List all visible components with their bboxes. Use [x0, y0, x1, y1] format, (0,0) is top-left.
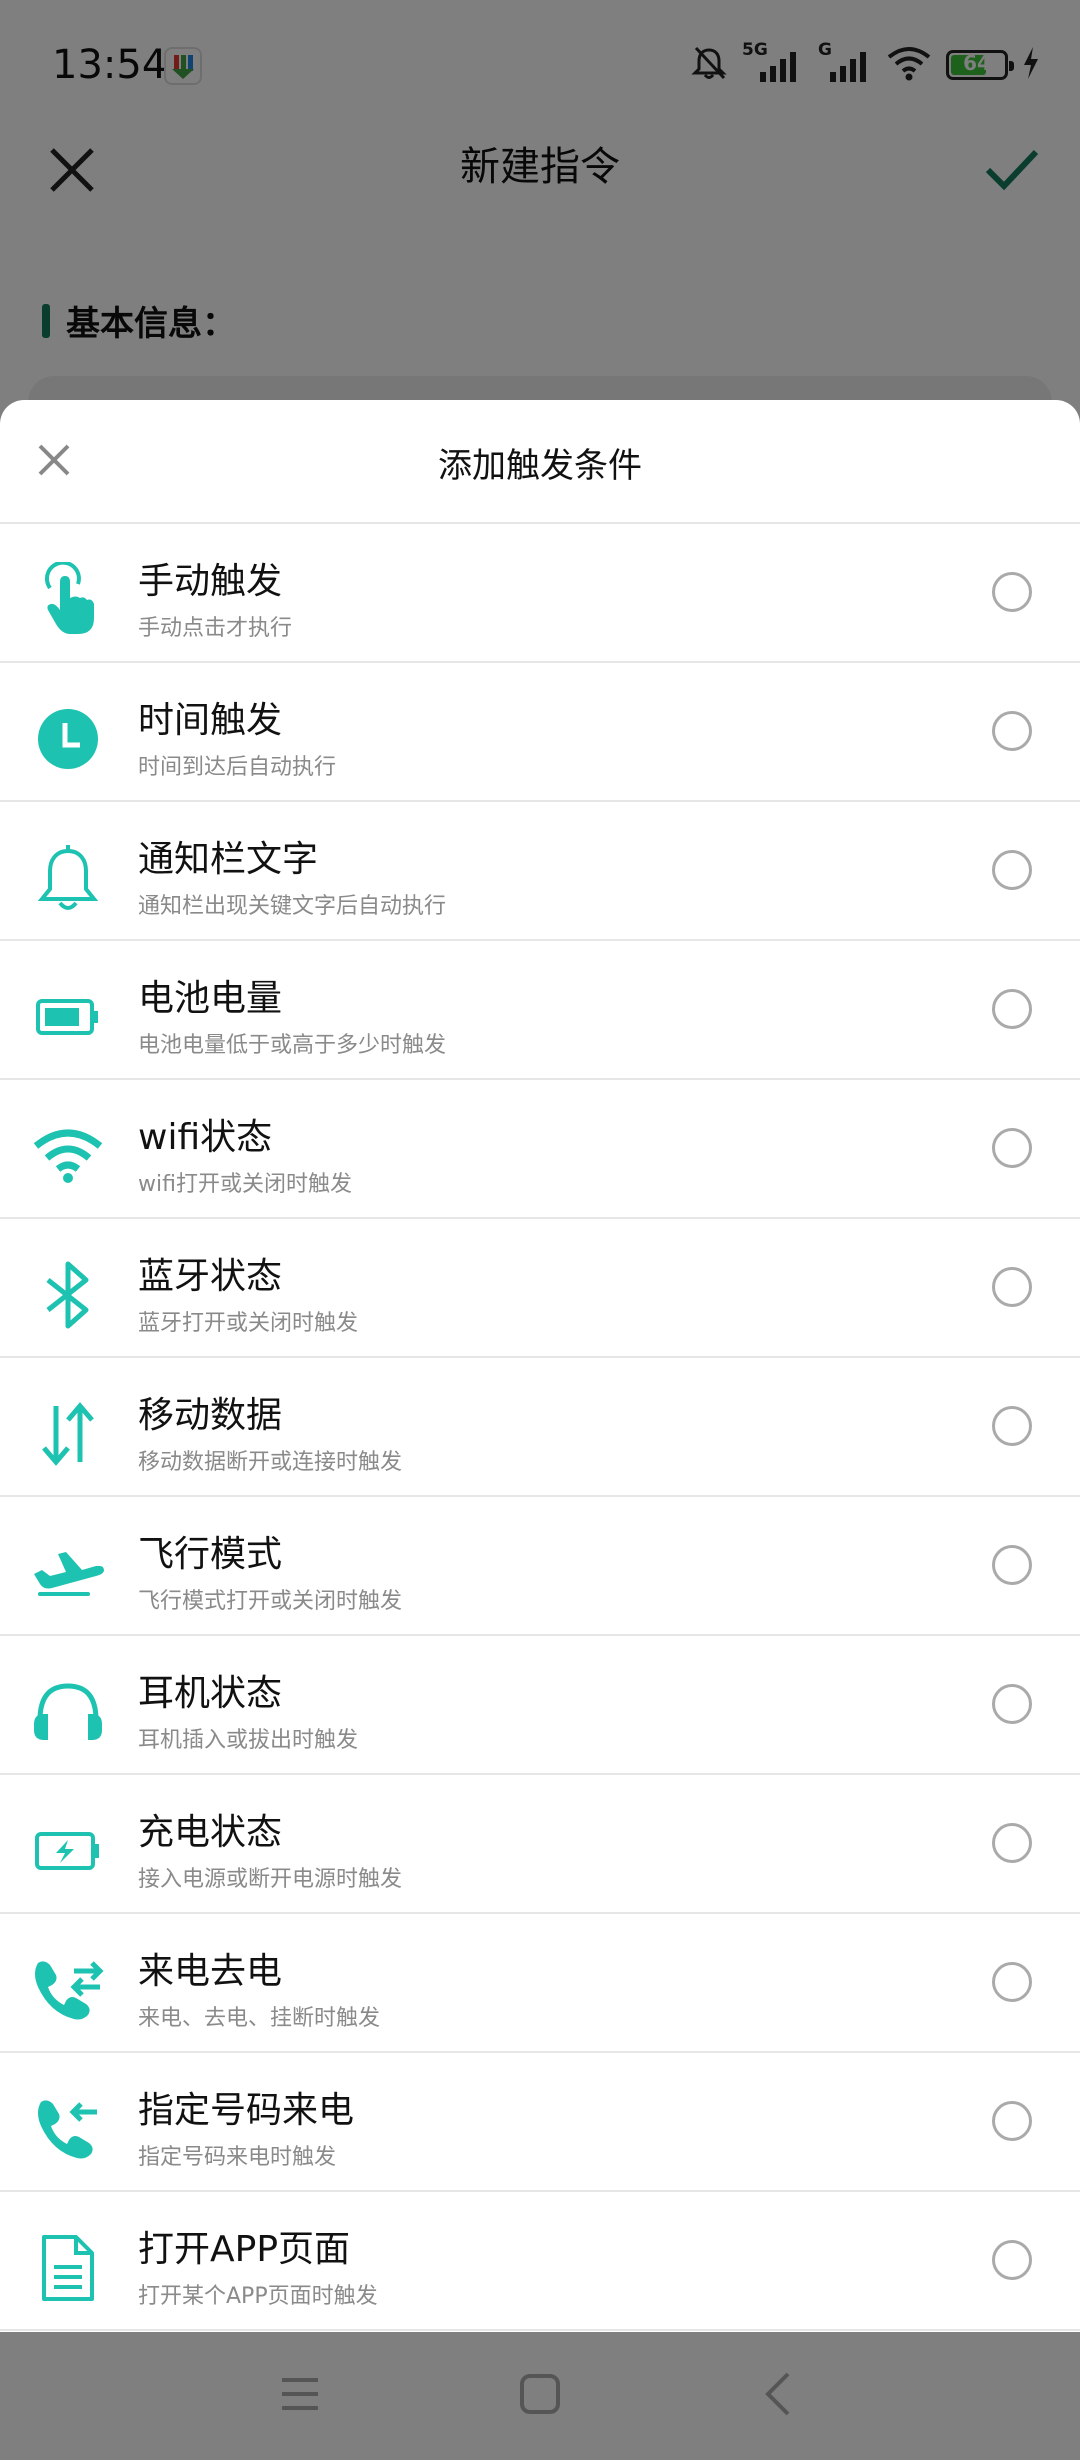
trigger-subtitle: 来电、去电、挂断时触发 [138, 2006, 381, 2031]
trigger-title: 电池电量 [138, 978, 283, 1019]
trigger-subtitle: 指定号码来电时触发 [138, 2145, 337, 2170]
radio-button[interactable] [992, 1684, 1032, 1724]
radio-button[interactable] [992, 850, 1032, 890]
trigger-sheet: 添加触发条件 手动触发 手动点击才执行 时间触发 时间到达后自动执行 通知栏文字… [0, 400, 1080, 2332]
trigger-title: 飞行模式 [138, 1534, 283, 1575]
charging-icon [30, 1813, 106, 1889]
home-icon[interactable] [516, 2370, 564, 2418]
radio-button[interactable] [992, 1128, 1032, 1168]
trigger-subtitle: 接入电源或断开电源时触发 [138, 1867, 403, 1892]
radio-button[interactable] [992, 572, 1032, 612]
radio-button[interactable] [992, 989, 1032, 1029]
battery-icon [30, 979, 106, 1055]
trigger-item-manual[interactable]: 手动触发 手动点击才执行 [0, 524, 1080, 663]
mobile-data-icon [30, 1396, 106, 1472]
tap-hand-icon [30, 562, 106, 638]
radio-button[interactable] [992, 711, 1032, 751]
trigger-title: wifi状态 [138, 1117, 273, 1158]
trigger-item-headphones[interactable]: 耳机状态 耳机插入或拔出时触发 [0, 1636, 1080, 1775]
trigger-title: 充电状态 [138, 1812, 283, 1853]
trigger-subtitle: 蓝牙打开或关闭时触发 [138, 1311, 359, 1336]
trigger-item-bluetooth[interactable]: 蓝牙状态 蓝牙打开或关闭时触发 [0, 1219, 1080, 1358]
trigger-item-app-page[interactable]: 打开APP页面 打开某个APP页面时触发 [0, 2192, 1080, 2331]
sheet-title: 添加触发条件 [438, 446, 642, 486]
bell-icon [30, 840, 106, 916]
trigger-item-notification[interactable]: 通知栏文字 通知栏出现关键文字后自动执行 [0, 802, 1080, 941]
radio-button[interactable] [992, 2101, 1032, 2141]
trigger-subtitle: 飞行模式打开或关闭时触发 [138, 1589, 403, 1614]
clock-icon [30, 701, 106, 777]
trigger-item-wifi[interactable]: wifi状态 wifi打开或关闭时触发 [0, 1080, 1080, 1219]
bluetooth-icon [30, 1257, 106, 1333]
trigger-item-calls[interactable]: 来电去电 来电、去电、挂断时触发 [0, 1914, 1080, 2053]
headphones-icon [30, 1674, 106, 1750]
wifi-icon [30, 1118, 106, 1194]
trigger-title: 时间触发 [138, 700, 283, 741]
trigger-subtitle: 通知栏出现关键文字后自动执行 [138, 894, 447, 919]
trigger-subtitle: 移动数据断开或连接时触发 [138, 1450, 403, 1475]
radio-button[interactable] [992, 1267, 1032, 1307]
phone-incoming-icon [30, 2091, 106, 2167]
trigger-item-specific-number[interactable]: 指定号码来电 指定号码来电时触发 [0, 2053, 1080, 2192]
phone-transfer-icon [30, 1952, 106, 2028]
trigger-item-mobile-data[interactable]: 移动数据 移动数据断开或连接时触发 [0, 1358, 1080, 1497]
trigger-item-battery[interactable]: 电池电量 电池电量低于或高于多少时触发 [0, 941, 1080, 1080]
trigger-title: 通知栏文字 [138, 839, 319, 880]
radio-button[interactable] [992, 1823, 1032, 1863]
radio-button[interactable] [992, 1962, 1032, 2002]
trigger-title: 来电去电 [138, 1951, 283, 1992]
trigger-title: 指定号码来电 [138, 2090, 355, 2131]
trigger-title: 移动数据 [138, 1395, 283, 1436]
trigger-title: 手动触发 [138, 561, 283, 602]
trigger-title: 打开APP页面 [138, 2229, 351, 2270]
trigger-item-time[interactable]: 时间触发 时间到达后自动执行 [0, 663, 1080, 802]
radio-button[interactable] [992, 1406, 1032, 1446]
back-icon[interactable] [756, 2370, 804, 2418]
trigger-subtitle: wifi打开或关闭时触发 [138, 1172, 352, 1197]
trigger-subtitle: 电池电量低于或高于多少时触发 [138, 1033, 447, 1058]
sheet-header: 添加触发条件 [0, 400, 1080, 524]
trigger-subtitle: 时间到达后自动执行 [138, 755, 337, 780]
menu-icon[interactable] [276, 2370, 324, 2418]
airplane-icon [30, 1535, 106, 1611]
trigger-subtitle: 手动点击才执行 [138, 616, 293, 641]
radio-button[interactable] [992, 1545, 1032, 1585]
navigation-bar [0, 2332, 1080, 2460]
trigger-item-airplane[interactable]: 飞行模式 飞行模式打开或关闭时触发 [0, 1497, 1080, 1636]
document-icon [30, 2230, 106, 2306]
trigger-title: 耳机状态 [138, 1673, 283, 1714]
trigger-subtitle: 耳机插入或拔出时触发 [138, 1728, 359, 1753]
trigger-item-charging[interactable]: 充电状态 接入电源或断开电源时触发 [0, 1775, 1080, 1914]
trigger-title: 蓝牙状态 [138, 1256, 283, 1297]
trigger-subtitle: 打开某个APP页面时触发 [138, 2284, 378, 2309]
radio-button[interactable] [992, 2240, 1032, 2280]
trigger-list: 手动触发 手动点击才执行 时间触发 时间到达后自动执行 通知栏文字 通知栏出现关… [0, 524, 1080, 2331]
